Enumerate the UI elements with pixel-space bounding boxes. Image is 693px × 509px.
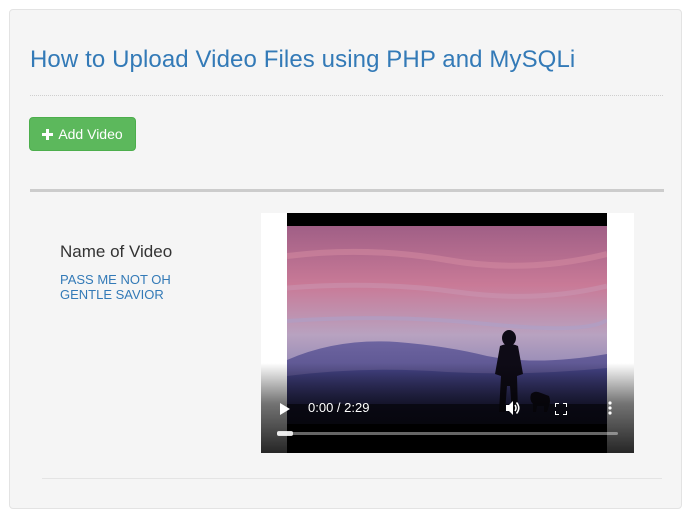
- section-divider: [30, 189, 664, 192]
- volume-icon[interactable]: [505, 400, 521, 421]
- more-vertical-icon[interactable]: [608, 401, 612, 420]
- progress-thumb[interactable]: [277, 431, 293, 436]
- fullscreen-icon[interactable]: [554, 402, 568, 420]
- video-name-label: Name of Video: [60, 242, 173, 261]
- row-divider: [42, 478, 662, 479]
- page-title: How to Upload Video Files using PHP and …: [30, 46, 576, 73]
- plus-icon: [42, 128, 54, 140]
- time-display: 0:00 / 2:29: [308, 400, 370, 415]
- content-panel: How to Upload Video Files using PHP and …: [9, 9, 682, 509]
- play-icon[interactable]: [280, 402, 290, 420]
- video-name-value: PASS ME NOT OH GENTLE SAVIOR: [60, 272, 171, 302]
- title-divider: [30, 95, 663, 96]
- add-video-button[interactable]: Add Video: [29, 117, 136, 151]
- add-video-label: Add Video: [58, 126, 123, 142]
- video-player[interactable]: 0:00 / 2:29: [261, 213, 634, 453]
- progress-bar[interactable]: [277, 431, 618, 436]
